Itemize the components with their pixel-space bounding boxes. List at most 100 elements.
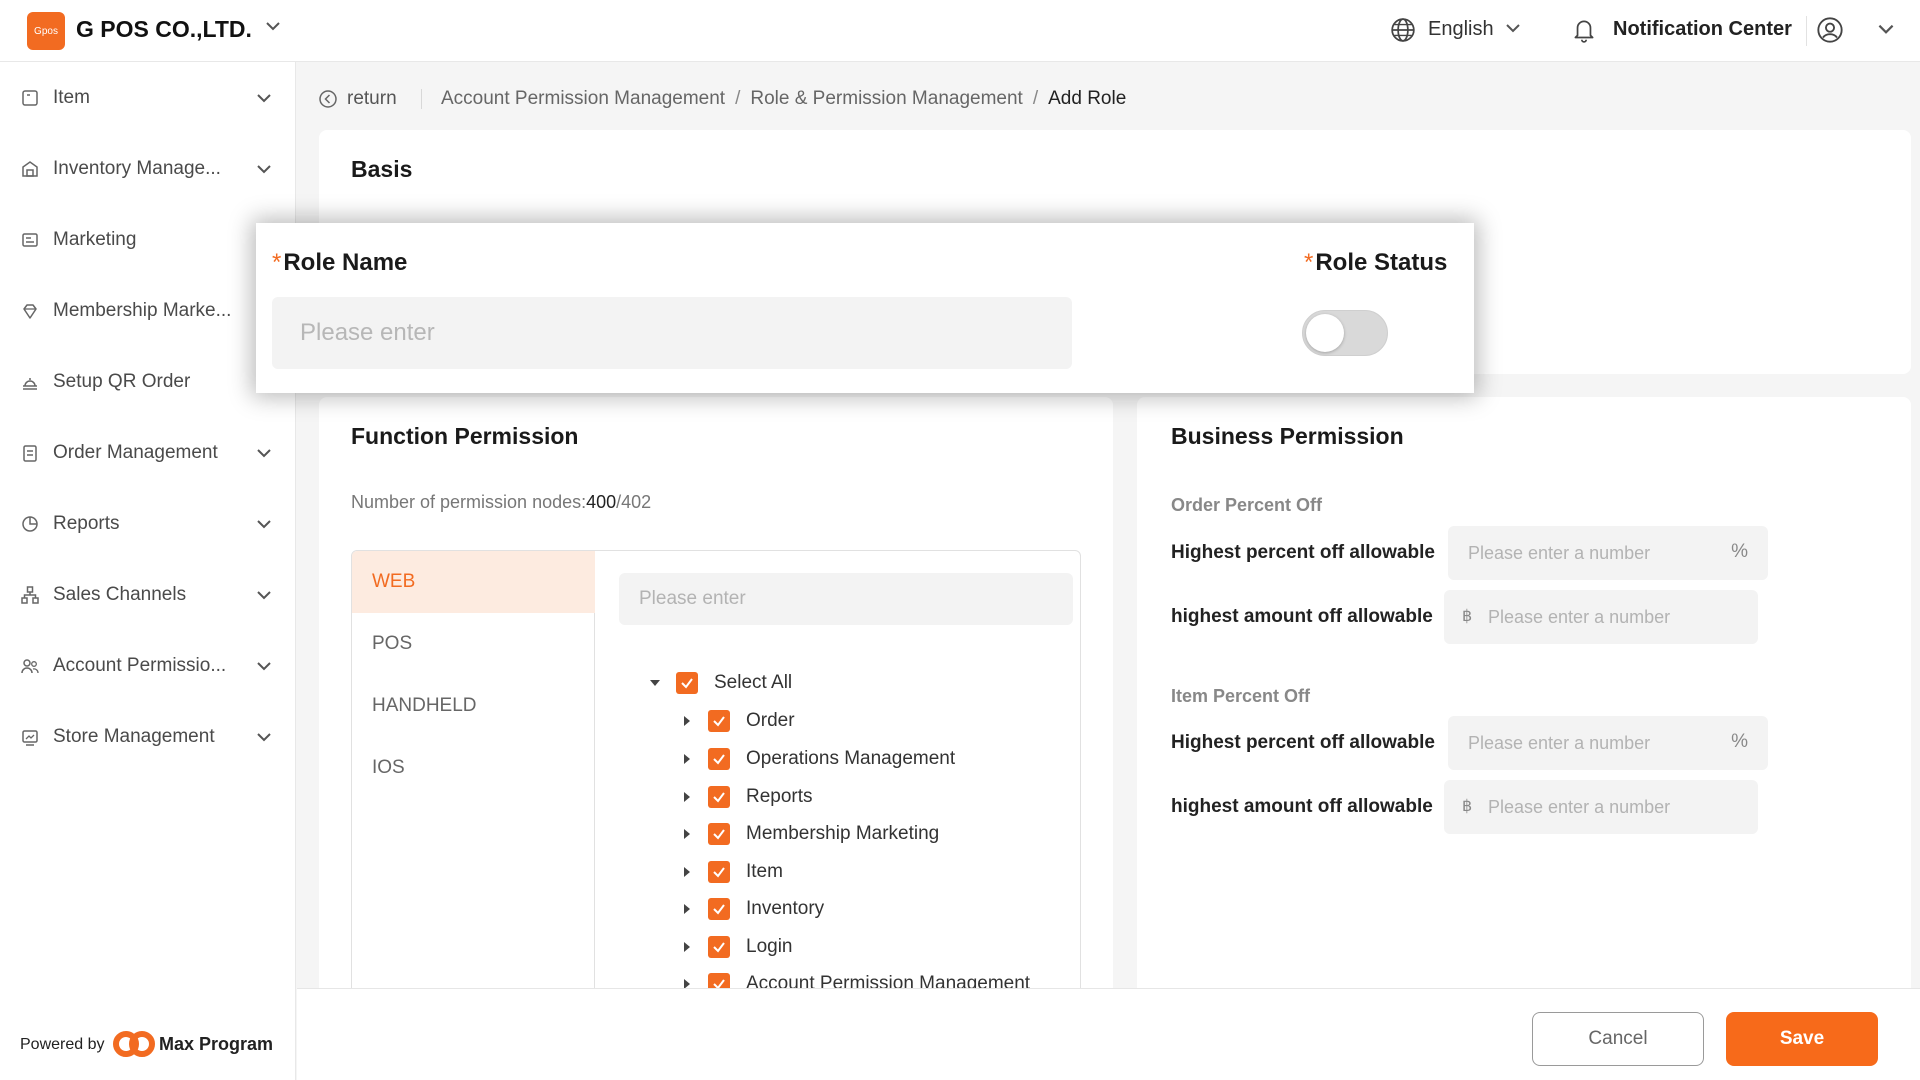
breadcrumb-divider bbox=[421, 89, 422, 109]
caret-right-icon[interactable] bbox=[682, 829, 692, 839]
order-percent-input[interactable]: % bbox=[1448, 526, 1768, 580]
chevron-down-icon[interactable] bbox=[1875, 18, 1897, 40]
checkbox-checked[interactable] bbox=[708, 861, 730, 883]
inventory-icon bbox=[22, 161, 38, 177]
sidebar-item-item[interactable]: Item bbox=[0, 73, 296, 123]
caret-right-icon[interactable] bbox=[682, 792, 692, 802]
tree-node[interactable]: Operations Management bbox=[682, 744, 955, 774]
cancel-button[interactable]: Cancel bbox=[1532, 1012, 1704, 1066]
platform-tab-handheld[interactable]: HANDHELD bbox=[352, 675, 595, 737]
sidebar: Item Inventory Manage... Marketing Membe… bbox=[0, 62, 296, 1080]
caret-right-icon[interactable] bbox=[682, 942, 692, 952]
permission-nodes-count: Number of permission nodes:400/402 bbox=[351, 492, 651, 513]
checkbox-checked[interactable] bbox=[708, 710, 730, 732]
sidebar-item-account-permission[interactable]: Account Permissio... bbox=[0, 641, 296, 691]
permission-search-input[interactable] bbox=[619, 573, 1073, 625]
chevron-down-icon[interactable] bbox=[263, 16, 283, 36]
order-highest-percent-label: Highest percent off allowable bbox=[1171, 542, 1435, 563]
order-highest-amount-label: highest amount off allowable bbox=[1171, 606, 1433, 627]
header-divider bbox=[1806, 16, 1807, 46]
checkbox-checked[interactable] bbox=[676, 672, 698, 694]
tree-label: Login bbox=[746, 936, 793, 957]
reports-icon bbox=[22, 516, 38, 532]
max-program-brand: Max Program bbox=[159, 1034, 274, 1054]
checkbox-checked[interactable] bbox=[708, 748, 730, 770]
chevron-down-icon[interactable] bbox=[254, 727, 274, 747]
chevron-down-icon[interactable] bbox=[254, 514, 274, 534]
tree-label: Item bbox=[746, 861, 783, 882]
language-selector[interactable]: English bbox=[1428, 18, 1494, 41]
chevron-down-icon[interactable] bbox=[254, 159, 274, 179]
tree-label: Order bbox=[746, 710, 795, 731]
percent-suffix: % bbox=[1731, 731, 1748, 752]
sidebar-item-inventory[interactable]: Inventory Manage... bbox=[0, 144, 296, 194]
item-amount-field[interactable] bbox=[1488, 780, 1728, 834]
checkbox-checked[interactable] bbox=[708, 936, 730, 958]
item-percent-input[interactable]: % bbox=[1448, 716, 1768, 770]
tree-node[interactable]: Login bbox=[682, 932, 793, 962]
currency-prefix: ฿ bbox=[1462, 798, 1473, 815]
role-status-toggle[interactable] bbox=[1302, 310, 1388, 356]
save-button[interactable]: Save bbox=[1726, 1012, 1878, 1066]
membership-icon bbox=[23, 304, 37, 319]
order-amount-input[interactable]: ฿ bbox=[1444, 590, 1758, 644]
tree-node[interactable]: Item bbox=[682, 857, 783, 887]
chevron-down-icon[interactable] bbox=[1503, 18, 1523, 38]
user-avatar-icon[interactable] bbox=[1816, 16, 1844, 44]
sidebar-item-label: Setup QR Order bbox=[53, 371, 191, 392]
bell-icon[interactable] bbox=[1571, 16, 1597, 44]
caret-right-icon[interactable] bbox=[682, 904, 692, 914]
account-icon bbox=[21, 659, 39, 674]
checkbox-checked[interactable] bbox=[708, 786, 730, 808]
chevron-down-icon[interactable] bbox=[254, 656, 274, 676]
order-amount-field[interactable] bbox=[1488, 590, 1728, 644]
company-name[interactable]: G POS CO.,LTD. bbox=[76, 16, 252, 43]
platform-tab-ios[interactable]: IOS bbox=[352, 737, 595, 799]
order-percent-field[interactable] bbox=[1468, 526, 1708, 580]
tree-node[interactable]: Reports bbox=[682, 782, 813, 812]
tree-node[interactable]: Order bbox=[682, 706, 795, 736]
item-percent-off-heading: Item Percent Off bbox=[1171, 686, 1311, 706]
marketing-icon bbox=[22, 233, 38, 247]
role-status-label: *Role Status bbox=[1304, 249, 1447, 277]
checkbox-checked[interactable] bbox=[708, 823, 730, 845]
notification-center-link[interactable]: Notification Center bbox=[1613, 18, 1792, 41]
platform-tab-web[interactable]: WEB bbox=[352, 551, 595, 613]
chevron-down-icon[interactable] bbox=[254, 585, 274, 605]
caret-right-icon[interactable] bbox=[682, 716, 692, 726]
tree-select-all[interactable]: Select All bbox=[650, 668, 792, 698]
checkbox-checked[interactable] bbox=[708, 898, 730, 920]
sidebar-item-label: Account Permissio... bbox=[53, 655, 227, 676]
caret-right-icon[interactable] bbox=[682, 754, 692, 764]
nodes-label: Number of permission nodes: bbox=[351, 492, 587, 512]
sidebar-item-order-management[interactable]: Order Management bbox=[0, 428, 296, 478]
breadcrumb-item[interactable]: Role & Permission Management bbox=[750, 88, 1022, 109]
tree-label: Select All bbox=[714, 672, 793, 693]
platform-tab-pos[interactable]: POS bbox=[352, 613, 595, 675]
return-link[interactable]: return bbox=[347, 88, 397, 110]
sidebar-item-reports[interactable]: Reports bbox=[0, 499, 296, 549]
breadcrumb-item[interactable]: Account Permission Management bbox=[441, 88, 725, 109]
qr-order-icon bbox=[23, 378, 37, 390]
order-percent-off-heading: Order Percent Off bbox=[1171, 495, 1323, 515]
return-icon[interactable] bbox=[318, 89, 338, 109]
sidebar-item-marketing[interactable]: Marketing bbox=[0, 215, 296, 265]
caret-right-icon[interactable] bbox=[682, 867, 692, 877]
sidebar-item-sales-channels[interactable]: Sales Channels bbox=[0, 570, 296, 620]
sidebar-item-store-management[interactable]: Store Management bbox=[0, 712, 296, 762]
item-amount-input[interactable]: ฿ bbox=[1444, 780, 1758, 834]
percent-suffix: % bbox=[1731, 541, 1748, 562]
caret-down-icon[interactable] bbox=[650, 678, 660, 688]
sidebar-item-qr-order[interactable]: Setup QR Order bbox=[0, 357, 296, 407]
store-icon bbox=[22, 730, 38, 746]
globe-icon[interactable] bbox=[1390, 17, 1416, 43]
tree-node[interactable]: Membership Marketing bbox=[682, 819, 939, 849]
role-name-input[interactable] bbox=[272, 297, 1072, 369]
sidebar-item-membership[interactable]: Membership Marke... bbox=[0, 286, 296, 336]
chevron-down-icon[interactable] bbox=[254, 443, 274, 463]
chevron-down-icon[interactable] bbox=[254, 88, 274, 108]
company-logo: Gpos bbox=[27, 12, 65, 50]
item-percent-field[interactable] bbox=[1468, 716, 1708, 770]
breadcrumb-separator: / bbox=[735, 88, 741, 109]
tree-node[interactable]: Inventory bbox=[682, 894, 824, 924]
